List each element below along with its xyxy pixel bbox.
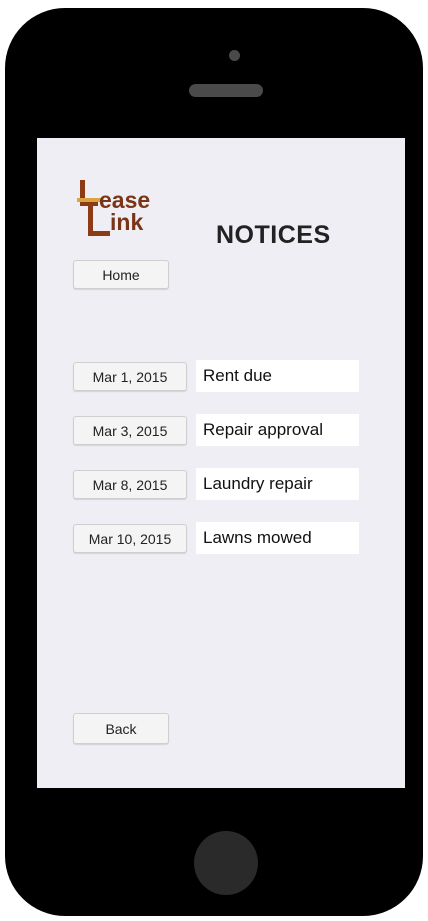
home-button[interactable]: Home xyxy=(73,260,169,289)
hardware-home-button[interactable] xyxy=(194,831,258,895)
notice-text-field[interactable]: Lawns mowed xyxy=(196,522,359,554)
camera-icon xyxy=(229,50,240,61)
notice-text-field[interactable]: Repair approval xyxy=(196,414,359,446)
notice-date-button[interactable]: Mar 8, 2015 xyxy=(73,470,187,499)
notice-text-field[interactable]: Laundry repair xyxy=(196,468,359,500)
logo-line-2: ink xyxy=(110,209,144,235)
logo-cross-horizontal xyxy=(77,198,101,202)
notice-date-button[interactable]: Mar 3, 2015 xyxy=(73,416,187,445)
page-title: NOTICES xyxy=(216,221,331,249)
back-button[interactable]: Back xyxy=(73,713,169,744)
notice-date-button[interactable]: Mar 1, 2015 xyxy=(73,362,187,391)
notice-text-field[interactable]: Rent due xyxy=(196,360,359,392)
speaker-icon xyxy=(189,84,263,97)
lease-link-logo: ease ink xyxy=(77,176,173,240)
notice-date-button[interactable]: Mar 10, 2015 xyxy=(73,524,187,553)
logo-l-horizontal-bottom xyxy=(88,231,110,236)
